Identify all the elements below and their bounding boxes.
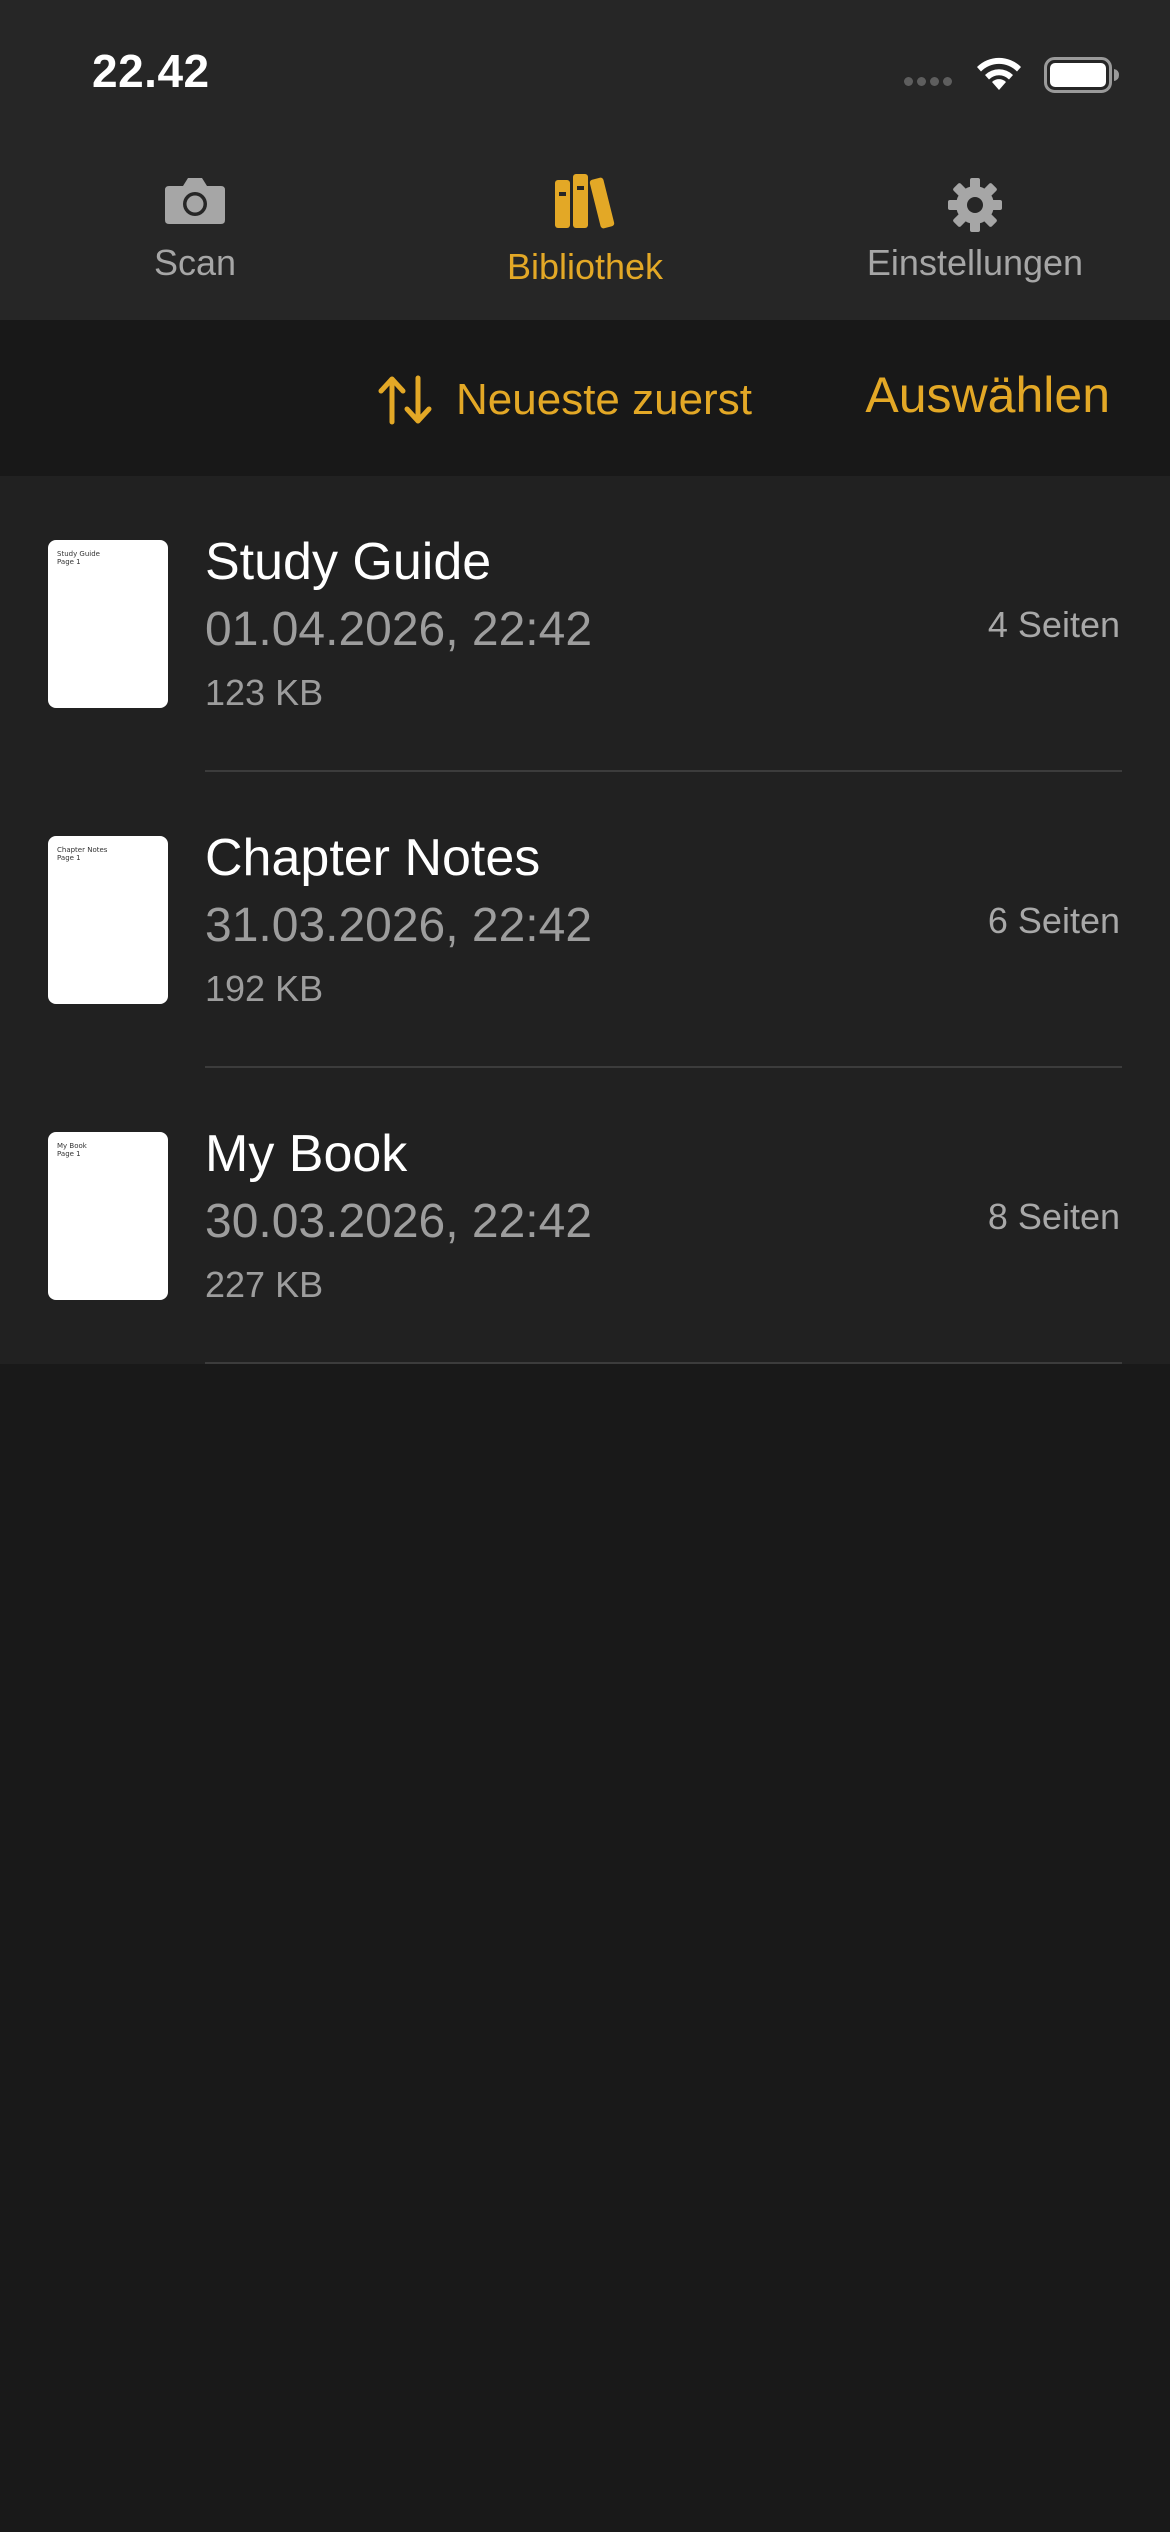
top-area: 22.42 Scan Bibliothek Einstellungen [0, 0, 1170, 320]
tab-library-label: Bibliothek [506, 246, 664, 287]
battery-icon [1044, 57, 1119, 93]
thumbnail-page: Page 1 [57, 854, 81, 862]
books-icon [555, 174, 615, 229]
sort-arrows-icon [378, 375, 432, 425]
sort-toolbar: Neueste zuerst Auswählen [0, 320, 1170, 476]
sort-label: Neueste zuerst [456, 375, 752, 424]
document-list: Study Guide Page 1 Study Guide 01.04.202… [0, 476, 1170, 1364]
document-page-count: 6 Seiten [987, 900, 1120, 941]
document-date: 30.03.2026, 22:42 [205, 1195, 593, 1248]
thumbnail-title: Study Guide [57, 550, 100, 558]
document-date: 31.03.2026, 22:42 [205, 899, 593, 952]
thumbnail-page: Page 1 [57, 1150, 81, 1158]
document-row[interactable]: Chapter Notes Page 1 Chapter Notes 31.03… [0, 772, 1170, 1068]
document-date: 01.04.2026, 22:42 [205, 603, 593, 656]
cellular-signal-icon [904, 76, 956, 86]
document-page-count: 4 Seiten [987, 604, 1120, 645]
status-indicators [904, 52, 1120, 98]
status-time: 22.42 [92, 45, 210, 97]
document-title: Study Guide [205, 533, 492, 591]
document-title: Chapter Notes [205, 829, 541, 887]
tab-library[interactable]: Bibliothek [390, 160, 780, 300]
document-thumbnail: Study Guide Page 1 [48, 540, 168, 708]
document-thumbnail: My Book Page 1 [48, 1132, 168, 1300]
status-bar: 22.42 [0, 0, 1170, 140]
document-size: 227 KB [205, 1264, 324, 1305]
document-title: My Book [205, 1125, 408, 1183]
thumbnail-title: Chapter Notes [57, 846, 108, 854]
select-button[interactable]: Auswählen [865, 366, 1110, 424]
wifi-icon [977, 57, 1021, 90]
thumbnail-page: Page 1 [57, 558, 81, 566]
document-size: 123 KB [205, 672, 324, 713]
gear-icon [948, 178, 1002, 232]
camera-icon [165, 178, 225, 224]
document-row[interactable]: Study Guide Page 1 Study Guide 01.04.202… [0, 476, 1170, 772]
document-size: 192 KB [205, 968, 324, 1009]
document-row[interactable]: My Book Page 1 My Book 30.03.2026, 22:42… [0, 1068, 1170, 1364]
tab-settings[interactable]: Einstellungen [780, 160, 1170, 300]
document-thumbnail: Chapter Notes Page 1 [48, 836, 168, 1004]
row-divider [205, 1362, 1122, 1364]
sort-button[interactable]: Neueste zuerst [376, 370, 752, 430]
thumbnail-title: My Book [57, 1142, 87, 1150]
tab-scan-label: Scan [153, 242, 237, 283]
tab-bar: Scan Bibliothek Einstellungen [0, 160, 1170, 300]
tab-settings-label: Einstellungen [866, 242, 1084, 283]
document-page-count: 8 Seiten [987, 1196, 1120, 1237]
tab-scan[interactable]: Scan [0, 160, 390, 300]
